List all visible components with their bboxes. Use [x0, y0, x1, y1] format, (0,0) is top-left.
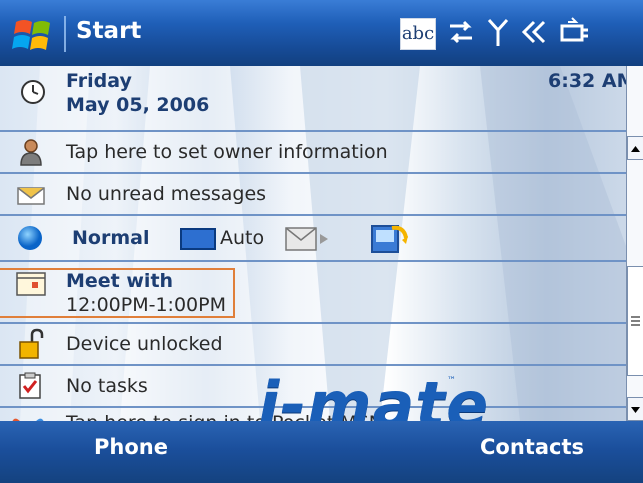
profile-row[interactable]: Normal Auto	[0, 216, 626, 262]
time-display: 6:32 AM	[548, 70, 636, 92]
speaker-volume-icon[interactable]	[520, 16, 550, 48]
profile-name[interactable]: Normal	[72, 227, 149, 249]
grip-icon	[631, 316, 640, 326]
today-content: Friday May 05, 2006 6:32 AM Tap here to …	[0, 66, 643, 421]
tasks-text: No tasks	[66, 375, 148, 397]
owner-info-row[interactable]: Tap here to set owner information	[0, 132, 626, 174]
activesync-icon[interactable]	[370, 222, 410, 256]
display-auto-icon[interactable]	[180, 228, 216, 250]
contacts-softkey[interactable]: Contacts	[480, 435, 584, 459]
date-day: Friday	[66, 70, 132, 92]
title-bar: Start abc	[0, 0, 643, 66]
scroll-thumb[interactable]	[627, 266, 643, 376]
owner-person-icon	[20, 139, 42, 166]
device-lock-text: Device unlocked	[66, 333, 223, 355]
scroll-up-button[interactable]	[627, 136, 643, 160]
mail-sync-icon[interactable]	[284, 224, 330, 254]
messages-text: No unread messages	[66, 183, 267, 205]
vertical-scrollbar[interactable]	[626, 66, 643, 421]
globe-icon	[18, 226, 42, 250]
pocketpc-today-screen: Start abc Friday May 05, 2006 6:32 AM Ta…	[0, 0, 643, 483]
windows-logo-icon[interactable]	[12, 16, 56, 54]
page-title[interactable]: Start	[76, 18, 141, 44]
title-separator	[64, 16, 66, 52]
abc-input-icon[interactable]: abc	[400, 18, 436, 50]
date-full: May 05, 2006	[66, 94, 210, 116]
softkey-bar: Phone Contacts	[0, 421, 643, 483]
triangle-down-icon	[631, 407, 640, 413]
messages-row[interactable]: No unread messages	[0, 174, 626, 216]
battery-power-icon[interactable]	[558, 16, 592, 48]
owner-info-text: Tap here to set owner information	[66, 141, 388, 163]
msn-butterfly-icon	[12, 418, 44, 421]
auto-label[interactable]: Auto	[220, 227, 264, 249]
task-checklist-icon	[19, 372, 41, 399]
triangle-up-icon	[631, 146, 640, 152]
clock-icon	[21, 80, 45, 104]
signal-antenna-icon[interactable]	[486, 16, 510, 48]
scroll-down-button[interactable]	[627, 397, 643, 421]
envelope-icon	[17, 187, 45, 205]
device-lock-row[interactable]: Device unlocked	[0, 324, 626, 366]
brand-trademark: ™	[447, 376, 456, 386]
unlocked-padlock-icon	[19, 328, 44, 359]
date-row[interactable]: Friday May 05, 2006 6:32 AM	[0, 66, 636, 132]
appointment-highlight	[0, 268, 235, 318]
phone-softkey[interactable]: Phone	[94, 435, 168, 459]
connectivity-arrows-icon[interactable]	[446, 16, 476, 48]
